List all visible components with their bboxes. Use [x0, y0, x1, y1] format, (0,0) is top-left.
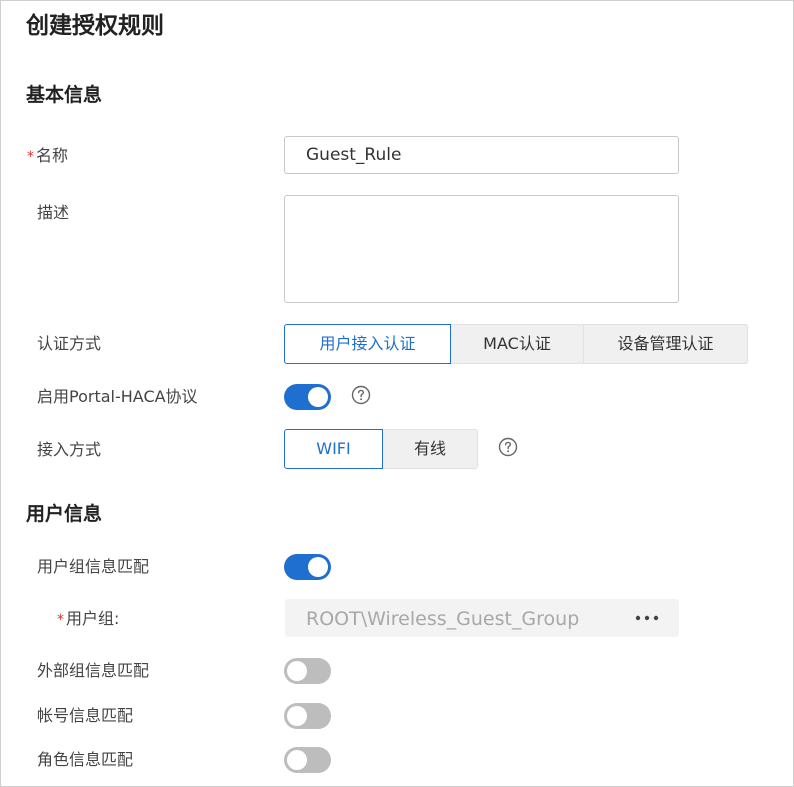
- more-dots-icon[interactable]: [634, 610, 660, 626]
- auth-method-segmented: 用户接入认证 MAC认证 设备管理认证: [284, 324, 748, 364]
- access-mode-wired[interactable]: 有线: [383, 429, 478, 469]
- required-asterisk: *: [27, 149, 34, 165]
- role-match-toggle[interactable]: [284, 747, 331, 773]
- toggle-knob: [308, 387, 328, 407]
- description-textarea[interactable]: [284, 195, 679, 303]
- description-label: 描述: [37, 203, 70, 222]
- portal-haca-label: 启用Portal-HACA协议: [37, 387, 198, 406]
- section-title-basic-info: 基本信息: [26, 84, 103, 106]
- name-input[interactable]: Guest_Rule: [284, 136, 679, 174]
- account-match-toggle[interactable]: [284, 703, 331, 729]
- access-mode-segmented: WIFI 有线: [284, 429, 478, 469]
- auth-method-mac[interactable]: MAC认证: [451, 324, 584, 364]
- auth-method-user-access[interactable]: 用户接入认证: [284, 324, 451, 364]
- user-group-label: 用户组:: [66, 609, 120, 628]
- user-group-label-row: * 用户组:: [57, 608, 119, 631]
- access-mode-label: 接入方式: [37, 440, 102, 459]
- create-auth-rule-panel: 创建授权规则 基本信息 * 名称 Guest_Rule 描述 认证方式 用户接入认…: [0, 0, 794, 787]
- page-title: 创建授权规则: [26, 13, 164, 39]
- access-mode-wifi[interactable]: WIFI: [284, 429, 383, 469]
- role-match-label: 角色信息匹配: [37, 750, 134, 769]
- toggle-knob: [287, 750, 307, 770]
- toggle-knob: [308, 557, 328, 577]
- group-match-toggle[interactable]: [284, 554, 331, 580]
- account-match-label: 帐号信息匹配: [37, 706, 134, 725]
- external-group-match-label: 外部组信息匹配: [37, 661, 150, 680]
- name-label: 名称: [36, 146, 69, 165]
- portal-haca-toggle[interactable]: [284, 384, 331, 410]
- section-title-user-info: 用户信息: [26, 503, 103, 525]
- required-asterisk: *: [57, 612, 64, 628]
- toggle-knob: [287, 706, 307, 726]
- external-group-match-toggle[interactable]: [284, 658, 331, 684]
- name-label-row: * 名称: [27, 145, 68, 168]
- auth-method-label: 认证方式: [37, 334, 102, 353]
- group-match-label: 用户组信息匹配: [37, 557, 150, 576]
- question-circle-icon[interactable]: [498, 437, 518, 457]
- toggle-knob: [287, 661, 307, 681]
- question-circle-icon[interactable]: [351, 385, 371, 405]
- user-group-field[interactable]: ROOT\Wireless_Guest_Group: [285, 599, 679, 637]
- auth-method-device-management[interactable]: 设备管理认证: [584, 324, 748, 364]
